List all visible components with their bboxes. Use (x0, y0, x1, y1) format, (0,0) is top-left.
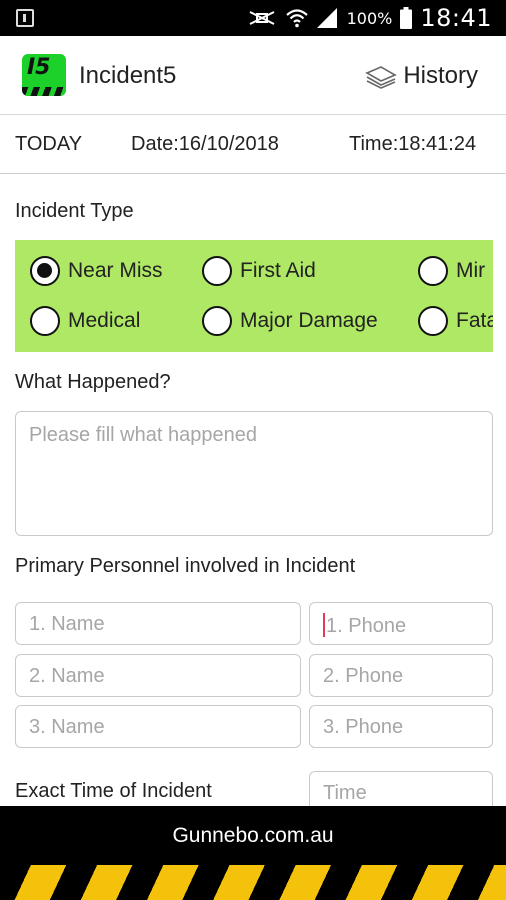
radio-label: Mir (456, 259, 486, 282)
radio-label: Near Miss (68, 259, 163, 282)
radio-circle-checked (30, 256, 60, 286)
radio-label: Medical (68, 309, 141, 332)
radio-near-miss[interactable]: Near Miss (30, 256, 163, 286)
phone-3-input[interactable]: 3. Phone (309, 705, 493, 748)
text-cursor (323, 613, 325, 637)
date-value: Date:16/10/2018 (131, 133, 279, 155)
radio-major-damage[interactable]: Major Damage (202, 306, 378, 336)
radio-label: First Aid (240, 259, 316, 282)
exact-time-label: Exact Time of Incident (15, 780, 212, 802)
incident-type-panel: Near Miss First Aid Mir Medical Major Da… (15, 240, 493, 352)
radio-circle (418, 256, 448, 286)
what-happened-input[interactable]: Please fill what happened (15, 411, 493, 536)
personnel-label: Primary Personnel involved in Incident (15, 555, 356, 577)
signal-icon (316, 8, 337, 28)
footer-link[interactable]: Gunnebo.com.au (0, 824, 506, 848)
phone-2-input[interactable]: 2. Phone (309, 654, 493, 697)
app-title: Incident5 (79, 62, 177, 89)
app-bar: I5 Incident5 History (0, 36, 506, 115)
status-bar: 100% 18:41 (0, 0, 506, 36)
phone-1-input[interactable]: 1. Phone (309, 602, 493, 645)
logo-text: I5 (27, 55, 51, 80)
radio-minor[interactable]: Mir (418, 256, 485, 286)
radio-first-aid[interactable]: First Aid (202, 256, 316, 286)
date-row: TODAY Date:16/10/2018 Time:18:41:24 (0, 115, 506, 174)
wifi-icon (285, 9, 308, 28)
today-label: TODAY (15, 133, 83, 155)
footer-stripes (0, 865, 506, 900)
radio-medical[interactable]: Medical (30, 306, 140, 336)
radio-circle (202, 256, 232, 286)
radio-label: Fata (456, 309, 493, 332)
radio-circle (30, 306, 60, 336)
footer-banner[interactable]: Gunnebo.com.au (0, 806, 506, 900)
radio-circle (418, 306, 448, 336)
phone-1-placeholder: 1. Phone (326, 615, 407, 637)
what-happened-label: What Happened? (15, 371, 171, 393)
battery-icon (400, 7, 413, 29)
logo-stripe (22, 87, 66, 96)
app-logo: I5 (22, 54, 66, 96)
name-1-input[interactable]: 1. Name (15, 602, 301, 645)
history-button[interactable]: History (363, 58, 478, 94)
name-2-input[interactable]: 2. Name (15, 654, 301, 697)
time-value: Time:18:41:24 (349, 133, 477, 155)
radio-circle (202, 306, 232, 336)
radio-label: Major Damage (240, 309, 378, 332)
radio-fatality[interactable]: Fata (418, 306, 493, 336)
incident-type-label: Incident Type (15, 200, 134, 222)
status-time: 18:41 (420, 4, 492, 32)
mute-icon (249, 11, 275, 25)
name-3-input[interactable]: 3. Name (15, 705, 301, 748)
status-icons: 100% 18:41 (247, 0, 492, 36)
history-icon (365, 66, 398, 89)
notification-icon (16, 9, 34, 27)
battery-percent: 100% (346, 8, 393, 28)
history-label: History (403, 62, 478, 89)
